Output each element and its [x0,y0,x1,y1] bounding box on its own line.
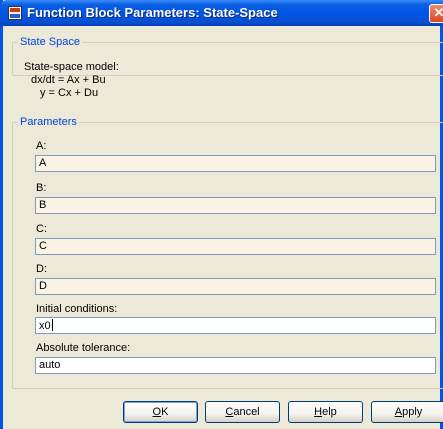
help-button[interactable]: Help [288,401,363,423]
title-bar[interactable]: Function Block Parameters: State-Space ✕ [0,0,443,26]
apply-label-rest: pply [402,406,423,418]
param-d-field[interactable]: D [35,278,436,295]
description-legend: State Space [18,36,82,48]
description-line-1: State-space model: [24,61,119,73]
param-b-label: B: [36,182,47,194]
absolute-tolerance-field[interactable]: auto [35,357,436,374]
param-c-value: C [39,240,47,252]
close-button[interactable]: ✕ [429,4,443,23]
param-a-value: A [39,157,47,169]
param-c-field[interactable]: C [35,238,436,255]
help-label-rest: elp [322,406,337,418]
description-line-2: dx/dt = Ax + Bu [31,74,106,86]
parameters-legend: Parameters [18,116,79,128]
param-b-field[interactable]: B [35,197,436,214]
apply-button[interactable]: Apply [371,401,443,423]
initial-conditions-field[interactable]: x0 [35,317,436,334]
ok-label-rest: K [161,406,169,418]
help-mnemonic: H [314,406,323,418]
param-d-label: D: [36,263,47,275]
initial-conditions-label: Initial conditions: [36,303,118,315]
window-title: Function Block Parameters: State-Space [27,5,278,20]
cancel-button[interactable]: Cancel [205,401,280,423]
param-a-field[interactable]: A [35,155,436,172]
param-a-label: A: [36,140,47,152]
description-line-3: y = Cx + Du [40,87,99,99]
dialog-window: Function Block Parameters: State-Space ✕… [0,0,443,429]
close-icon: ✕ [433,5,443,20]
apply-mnemonic: A [394,406,403,418]
simulink-block-icon [8,6,22,20]
ok-button[interactable]: OK [123,401,198,423]
absolute-tolerance-label: Absolute tolerance: [36,342,131,354]
text-caret [51,319,53,331]
ok-mnemonic: O [152,406,162,418]
initial-conditions-value: x0 [39,320,51,332]
absolute-tolerance-value: auto [39,359,61,371]
param-b-value: B [39,199,47,211]
param-d-value: D [39,280,47,292]
param-c-label: C: [36,223,47,235]
cancel-label-rest: ancel [233,406,260,418]
